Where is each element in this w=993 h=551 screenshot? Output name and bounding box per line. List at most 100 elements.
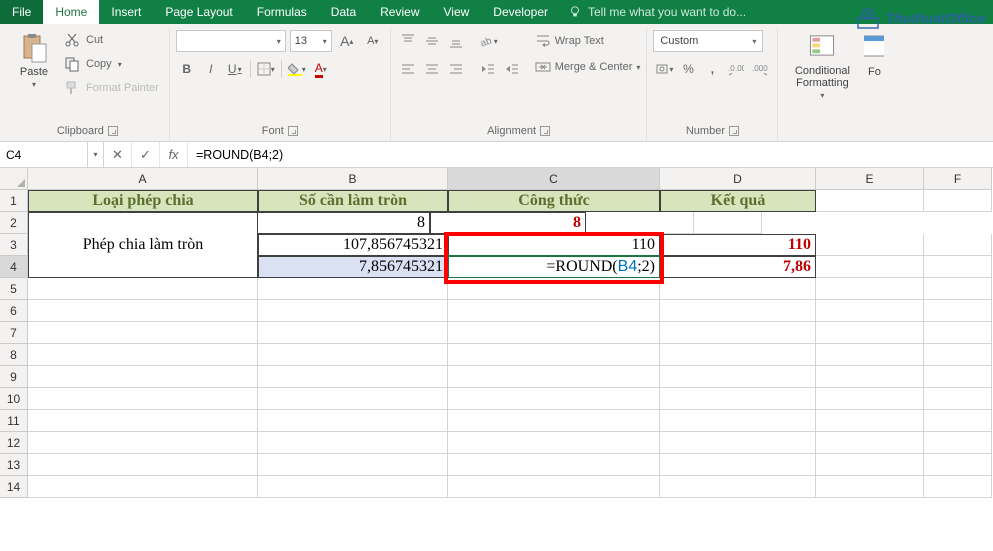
cell-E2[interactable] <box>586 212 694 234</box>
align-top-button[interactable] <box>397 30 419 52</box>
cell-F14[interactable] <box>924 476 992 498</box>
cell-E5[interactable] <box>816 278 924 300</box>
row-header-13[interactable]: 13 <box>0 454 28 476</box>
enter-formula-button[interactable]: ✓ <box>132 142 160 167</box>
tab-data[interactable]: Data <box>319 0 368 24</box>
cell-B11[interactable] <box>258 410 448 432</box>
row-header-10[interactable]: 10 <box>0 388 28 410</box>
cell-A11[interactable] <box>28 410 258 432</box>
cell-F5[interactable] <box>924 278 992 300</box>
tell-me-search[interactable]: Tell me what you want to do... <box>560 0 754 24</box>
row-header-9[interactable]: 9 <box>0 366 28 388</box>
worksheet-grid[interactable]: ABCDEF 1234567891011121314 Loại phép chi… <box>0 168 993 551</box>
increase-font-button[interactable]: A▴ <box>336 30 358 52</box>
name-box-dropdown[interactable]: ▾ <box>88 142 104 167</box>
conditional-formatting-button[interactable]: Conditional Formatting▾ <box>784 30 860 100</box>
tab-developer[interactable]: Developer <box>481 0 560 24</box>
cell-D8[interactable] <box>660 344 816 366</box>
percent-button[interactable]: % <box>677 58 699 80</box>
cell-E11[interactable] <box>816 410 924 432</box>
cell-B3[interactable]: 107,856745321 <box>258 234 448 256</box>
decrease-decimal-button[interactable]: .00.0 <box>749 58 771 80</box>
cell-C12[interactable] <box>448 432 660 454</box>
cell-B5[interactable] <box>258 278 448 300</box>
cell-A7[interactable] <box>28 322 258 344</box>
col-header-D[interactable]: D <box>660 168 816 190</box>
copy-button[interactable]: Copy▾ <box>60 54 163 74</box>
cell-F12[interactable] <box>924 432 992 454</box>
cell-D10[interactable] <box>660 388 816 410</box>
cell-F7[interactable] <box>924 322 992 344</box>
name-box[interactable]: C4 <box>0 142 88 167</box>
col-header-F[interactable]: F <box>924 168 992 190</box>
decrease-indent-button[interactable] <box>477 58 499 80</box>
row-header-2[interactable]: 2 <box>0 212 28 234</box>
tab-insert[interactable]: Insert <box>99 0 153 24</box>
cell-D11[interactable] <box>660 410 816 432</box>
cell-A14[interactable] <box>28 476 258 498</box>
cell-F11[interactable] <box>924 410 992 432</box>
merge-center-button[interactable]: Merge & Center▾ <box>535 56 641 78</box>
number-dialog-launcher[interactable] <box>729 126 739 136</box>
cell-B14[interactable] <box>258 476 448 498</box>
cell-C7[interactable] <box>448 322 660 344</box>
accounting-format-button[interactable]: ▾ <box>653 58 675 80</box>
cell-C11[interactable] <box>448 410 660 432</box>
cell-C6[interactable] <box>448 300 660 322</box>
align-left-button[interactable] <box>397 58 419 80</box>
increase-indent-button[interactable] <box>501 58 523 80</box>
format-as-table-button[interactable]: Fo <box>864 30 884 100</box>
cell-E13[interactable] <box>816 454 924 476</box>
cell-F1[interactable] <box>924 190 992 212</box>
clipboard-dialog-launcher[interactable] <box>108 126 118 136</box>
cell-C9[interactable] <box>448 366 660 388</box>
cancel-formula-button[interactable]: ✕ <box>104 142 132 167</box>
tab-view[interactable]: View <box>432 0 482 24</box>
row-header-14[interactable]: 14 <box>0 476 28 498</box>
cell-C5[interactable] <box>448 278 660 300</box>
cell-B4[interactable]: 7,856745321 <box>258 256 448 278</box>
col-header-C[interactable]: C <box>448 168 660 190</box>
tab-file[interactable]: File <box>0 0 43 24</box>
align-right-button[interactable] <box>445 58 467 80</box>
cell-D2[interactable]: 8 <box>430 212 586 234</box>
increase-decimal-button[interactable]: .0.00 <box>725 58 747 80</box>
cell-A12[interactable] <box>28 432 258 454</box>
decrease-font-button[interactable]: A▾ <box>362 30 384 52</box>
cell-E8[interactable] <box>816 344 924 366</box>
comma-button[interactable]: , <box>701 58 723 80</box>
row-header-5[interactable]: 5 <box>0 278 28 300</box>
cell-A5[interactable] <box>28 278 258 300</box>
font-name-select[interactable]: ▾ <box>176 30 286 52</box>
tab-home[interactable]: Home <box>43 0 99 24</box>
borders-button[interactable]: ▾ <box>255 58 277 80</box>
cell-D5[interactable] <box>660 278 816 300</box>
font-dialog-launcher[interactable] <box>288 126 298 136</box>
cell-E9[interactable] <box>816 366 924 388</box>
cell-C13[interactable] <box>448 454 660 476</box>
cell-D1[interactable]: Kết quả <box>660 190 816 212</box>
cell-A13[interactable] <box>28 454 258 476</box>
formula-input[interactable]: =ROUND(B4;2) <box>188 142 993 167</box>
cell-B9[interactable] <box>258 366 448 388</box>
cell-D12[interactable] <box>660 432 816 454</box>
cell-A8[interactable] <box>28 344 258 366</box>
tab-formulas[interactable]: Formulas <box>245 0 319 24</box>
bold-button[interactable]: B <box>176 58 198 80</box>
cell-F13[interactable] <box>924 454 992 476</box>
cell-A9[interactable] <box>28 366 258 388</box>
cell-F10[interactable] <box>924 388 992 410</box>
cell-E1[interactable] <box>816 190 924 212</box>
tab-review[interactable]: Review <box>368 0 431 24</box>
cell-B1[interactable]: Số cần làm tròn <box>258 190 448 212</box>
cell-C10[interactable] <box>448 388 660 410</box>
col-header-E[interactable]: E <box>816 168 924 190</box>
align-middle-button[interactable] <box>421 30 443 52</box>
cell-F2[interactable] <box>694 212 762 234</box>
alignment-dialog-launcher[interactable] <box>540 126 550 136</box>
cell-B8[interactable] <box>258 344 448 366</box>
cell-A10[interactable] <box>28 388 258 410</box>
italic-button[interactable]: I <box>200 58 222 80</box>
cell-E6[interactable] <box>816 300 924 322</box>
cell-D3[interactable]: 110 <box>660 234 816 256</box>
